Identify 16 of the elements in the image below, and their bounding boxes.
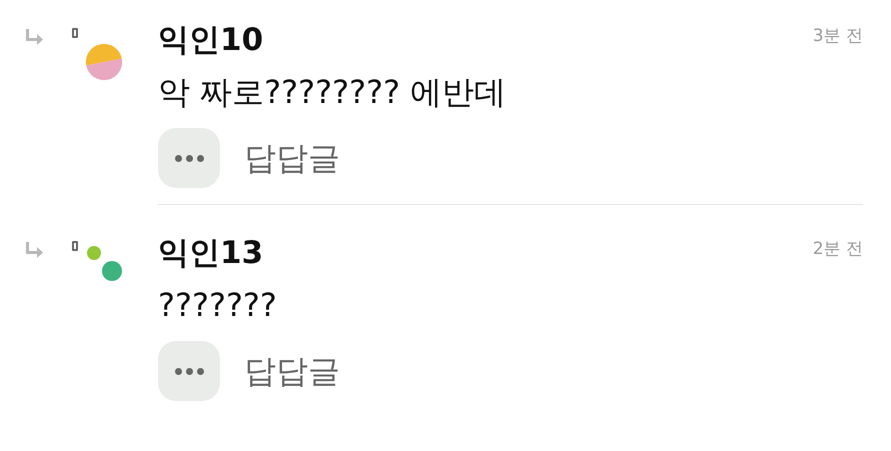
reply-arrow-icon xyxy=(26,28,44,46)
comment-time: 2분 전 xyxy=(812,238,863,261)
more-button[interactable] xyxy=(158,128,220,188)
placeholder-glyph-icon xyxy=(72,241,78,251)
comment-time: 3분 전 xyxy=(812,25,863,48)
more-dots-icon xyxy=(174,368,204,374)
more-button[interactable] xyxy=(158,341,220,401)
comment-text: 악 짜로???????? 에반데 xyxy=(158,72,508,113)
reply-link[interactable]: 답답글 xyxy=(244,134,340,182)
placeholder-glyph-icon xyxy=(72,28,78,38)
more-dots-icon xyxy=(174,154,204,162)
reply-arrow-icon xyxy=(26,241,44,259)
author-name: 익인10 xyxy=(158,21,264,60)
reply-link[interactable]: 답답글 xyxy=(244,347,340,395)
author-name: 익인13 xyxy=(158,234,264,273)
comment-text: ??????? xyxy=(158,285,278,326)
